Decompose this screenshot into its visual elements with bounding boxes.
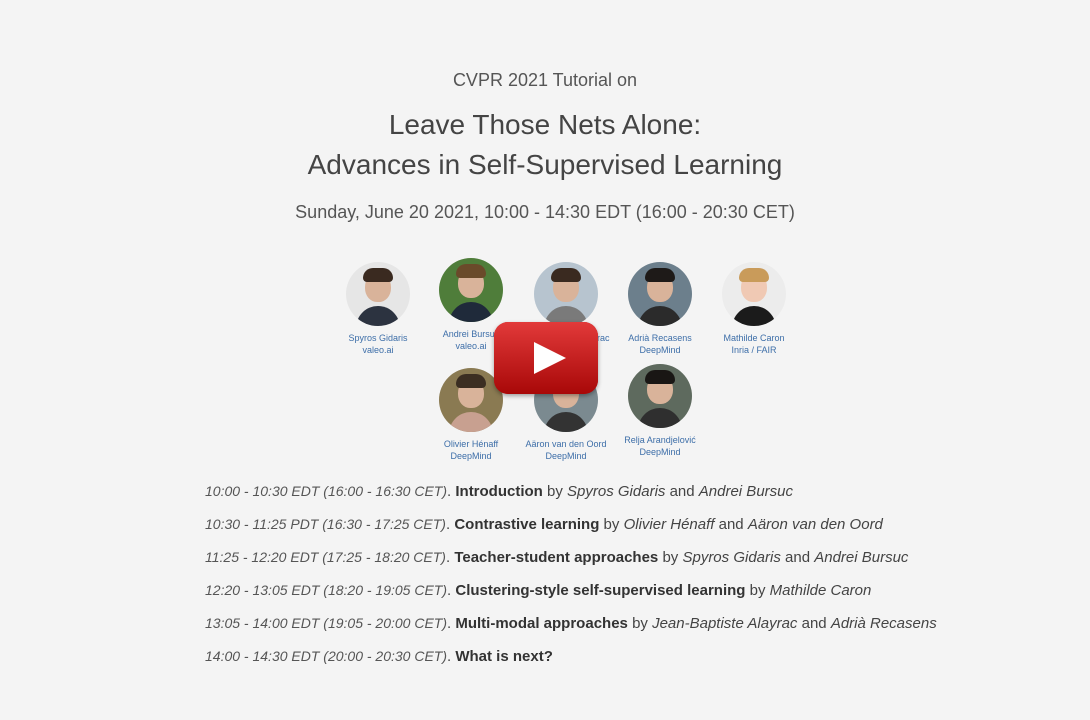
video-play-button[interactable]: [494, 322, 598, 394]
session-speaker: Adrià Recasens: [830, 615, 937, 632]
schedule-row: 12:20 - 13:05 EDT (18:20 - 19:05 CET). C…: [205, 581, 1005, 614]
and-text: and: [718, 516, 744, 533]
and-text: and: [669, 483, 695, 500]
session-topic: Introduction: [455, 483, 543, 500]
and-text: and: [801, 615, 827, 632]
by-text: by: [662, 549, 679, 566]
separator: .: [445, 516, 451, 533]
session-speaker: Mathilde Caron: [769, 582, 872, 599]
event-date: Sunday, June 20 2021, 10:00 - 14:30 EDT …: [295, 202, 795, 222]
session-topic: Contrastive learning: [454, 516, 600, 533]
schedule-row: 14:00 - 14:30 EDT (20:00 - 20:30 CET). W…: [205, 647, 1005, 680]
avatar: [628, 364, 692, 428]
session-time: 14:00 - 14:30 EDT (20:00 - 20:30 CET): [205, 648, 448, 664]
session-time: 10:00 - 10:30 EDT (16:00 - 16:30 CET): [205, 483, 448, 499]
speaker-name[interactable]: Relja Arandjelović: [605, 434, 715, 446]
session-time: 11:25 - 12:20 EDT (17:25 - 18:20 CET): [205, 549, 446, 565]
avatar: [722, 262, 786, 326]
speaker-card[interactable]: Mathilde Caron Inria / FAIR: [699, 262, 809, 356]
speaker-org: DeepMind: [450, 451, 492, 461]
session-speaker: Andrei Bursuc: [698, 483, 793, 500]
schedule-row: 13:05 - 14:00 EDT (19:05 - 20:00 CET). M…: [205, 614, 1005, 647]
speaker-name[interactable]: Mathilde Caron: [699, 332, 809, 344]
by-text: by: [632, 615, 648, 632]
session-speaker: Spyros Gidaris: [567, 483, 666, 500]
title-line-1: Leave Those Nets Alone:: [388, 109, 702, 140]
session-speaker: Spyros Gidaris: [682, 549, 781, 566]
by-text: by: [603, 516, 620, 533]
page-title: Leave Those Nets Alone: Advances in Self…: [0, 105, 1090, 185]
schedule-list: 10:00 - 10:30 EDT (16:00 - 16:30 CET). I…: [205, 482, 1005, 680]
title-line-2: Advances in Self-Supervised Learning: [307, 149, 783, 180]
separator: .: [445, 549, 451, 566]
speaker-name[interactable]: Olivier Hénaff: [416, 438, 526, 450]
session-topic: Teacher-student approaches: [454, 549, 659, 566]
session-time: 13:05 - 14:00 EDT (19:05 - 20:00 CET): [205, 615, 448, 631]
schedule-row: 11:25 - 12:20 EDT (17:25 - 18:20 CET). T…: [205, 548, 1005, 581]
by-text: by: [547, 483, 563, 500]
session-speaker: Aäron van den Oord: [747, 516, 883, 533]
session-topic: Clustering-style self-supervised learnin…: [455, 582, 746, 599]
session-speaker: Andrei Bursuc: [814, 549, 909, 566]
speaker-card[interactable]: Relja Arandjelović DeepMind: [605, 364, 715, 458]
session-topic: Multi-modal approaches: [455, 615, 628, 632]
session-speaker: Jean-Baptiste Alayrac: [652, 615, 798, 632]
separator: .: [447, 648, 452, 665]
avatar: [534, 262, 598, 326]
speaker-org: Inria / FAIR: [731, 345, 777, 355]
youtube-play-icon: [494, 322, 598, 394]
separator: .: [447, 483, 452, 500]
by-text: by: [749, 582, 766, 599]
session-topic: What is next?: [455, 648, 553, 665]
avatar: [346, 262, 410, 326]
tutorial-subtitle: CVPR 2021 Tutorial on: [452, 70, 638, 90]
avatar: [628, 262, 692, 326]
session-time: 12:20 - 13:05 EDT (18:20 - 19:05 CET): [205, 582, 448, 598]
schedule-row: 10:30 - 11:25 PDT (16:30 - 17:25 CET). C…: [205, 515, 1005, 548]
schedule-row: 10:00 - 10:30 EDT (16:00 - 16:30 CET). I…: [205, 482, 1005, 515]
separator: .: [447, 582, 452, 599]
separator: .: [447, 615, 452, 632]
and-text: and: [785, 549, 811, 566]
speaker-org: DeepMind: [639, 447, 681, 457]
session-speaker: Olivier Hénaff: [623, 516, 715, 533]
session-time: 10:30 - 11:25 PDT (16:30 - 17:25 CET): [205, 516, 446, 532]
avatar: [439, 258, 503, 322]
